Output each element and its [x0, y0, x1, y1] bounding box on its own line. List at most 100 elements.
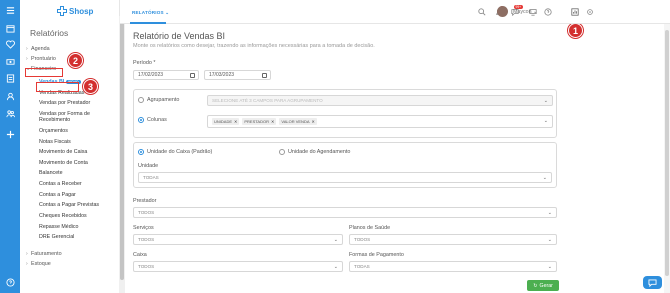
- tab-relatorios[interactable]: RELATÓRIOS ⌄: [132, 10, 169, 16]
- column-chip[interactable]: VALOR VENDA ✕: [279, 118, 317, 125]
- team-icon[interactable]: [4, 107, 16, 119]
- reports-icon[interactable]: [4, 72, 16, 84]
- servicos-select[interactable]: TODOS ⌄: [133, 234, 343, 245]
- sidebar-subitem[interactable]: Notas Fiscais: [26, 137, 118, 148]
- caixa-select[interactable]: TODOS ⌄: [133, 261, 343, 272]
- user-name[interactable]: Maycon ⌄: [513, 9, 537, 15]
- radio-label: Colunas: [147, 117, 167, 123]
- column-chip[interactable]: UNIDADE ✕: [212, 118, 240, 125]
- prestador-select[interactable]: TODOS ⌄: [133, 207, 557, 218]
- remove-chip-icon[interactable]: ✕: [234, 119, 237, 124]
- brand-cross-icon: [57, 6, 67, 16]
- radio-unidade-agendamento[interactable]: Unidade do Agendamento: [279, 149, 350, 155]
- sidebar-item-faturamento[interactable]: › Faturamento: [26, 249, 118, 259]
- chevron-down-icon: ⌄: [547, 210, 552, 216]
- sidebar-scrollbar[interactable]: [119, 16, 125, 293]
- active-tab-indicator: [130, 22, 166, 24]
- sidebar-subitem[interactable]: Vendas por Forma de Recebimento: [26, 109, 118, 126]
- sidebar-item-label: Prontuário: [31, 56, 56, 62]
- gerar-button[interactable]: ↻ Gerar: [527, 280, 559, 291]
- radio-colunas[interactable]: Colunas: [138, 117, 167, 123]
- radio-button[interactable]: [279, 149, 285, 155]
- sidebar-subitem[interactable]: Cheques Recebidos: [26, 211, 118, 222]
- chevron-down-icon: ⌄: [333, 264, 338, 270]
- sidebar-subitem[interactable]: Orçamentos: [26, 126, 118, 137]
- column-chip[interactable]: PRESTADOR ✕: [242, 118, 277, 125]
- money-icon[interactable]: [4, 55, 16, 67]
- caixa-value: TODOS: [138, 264, 155, 269]
- sidebar-subitem[interactable]: Contas a Pagar Previstas: [26, 200, 118, 211]
- chevron-down-icon: ⌄: [543, 118, 548, 124]
- radio-label: Agrupamento: [147, 97, 180, 103]
- sidebar-scrollbar-thumb[interactable]: [120, 22, 124, 280]
- chat-button[interactable]: [643, 276, 662, 289]
- formas-value: TODAS: [354, 264, 370, 269]
- sidebar-item-label: Estoque: [31, 260, 51, 267]
- chevron-down-icon: ⌄: [333, 237, 338, 243]
- plus-icon[interactable]: [4, 128, 16, 140]
- avatar[interactable]: [497, 6, 508, 17]
- chip-label: UNIDADE: [214, 119, 233, 124]
- users-icon[interactable]: [4, 90, 16, 102]
- help-circle-icon[interactable]: [543, 7, 552, 16]
- agrupamento-select[interactable]: SELECIONE ATÉ 3 CAMPOS PARA AGRUPAMENTO ⌄: [207, 95, 553, 106]
- sidebar-title: Relatórios: [30, 28, 69, 38]
- sidebar-item-label: Agenda: [31, 46, 50, 52]
- agrupamento-placeholder: SELECIONE ATÉ 3 CAMPOS PARA AGRUPAMENTO: [212, 98, 323, 103]
- sidebar-item-estoque[interactable]: › Estoque: [26, 259, 118, 269]
- remove-chip-icon[interactable]: ✕: [312, 119, 315, 124]
- unidade-select[interactable]: TODAS ⌄: [138, 172, 552, 183]
- sidebar-subitem[interactable]: DRE Gerencial: [26, 232, 118, 243]
- radio-button[interactable]: [138, 149, 144, 155]
- search-icon[interactable]: [477, 7, 486, 16]
- remove-chip-icon[interactable]: ✕: [271, 119, 274, 124]
- sidebar-subitem[interactable]: Vendas por Prestador: [26, 98, 118, 109]
- chevron-down-icon: ⌄: [547, 264, 552, 270]
- help-icon[interactable]: [4, 276, 16, 288]
- chat-icon: [648, 278, 657, 287]
- step-badge-2: 2: [68, 53, 83, 68]
- sidebar-subitem[interactable]: Movimento de Caixa: [26, 147, 118, 158]
- prestador-label: Prestador: [133, 198, 157, 204]
- settings-gear-icon[interactable]: [585, 7, 594, 16]
- user-name-label: Maycon: [513, 9, 532, 15]
- calendar-icon[interactable]: [262, 73, 267, 78]
- icon-rail: [0, 0, 20, 293]
- planos-label: Planos de Saúde: [349, 225, 391, 231]
- refresh-icon: ↻: [533, 282, 538, 289]
- radio-unidade-caixa[interactable]: Unidade do Caixa (Padrão): [138, 149, 212, 155]
- step-badge-1: 1: [568, 23, 583, 38]
- sidebar-subitem[interactable]: Balancete: [26, 168, 118, 179]
- date-start-value: 17/02/2023: [138, 72, 164, 78]
- chevron-down-icon: ⌄: [542, 175, 547, 181]
- unidade-label: Unidade: [138, 163, 159, 169]
- planos-select[interactable]: TODOS ⌄: [349, 234, 557, 245]
- heart-icon[interactable]: [4, 38, 16, 50]
- calendar-icon[interactable]: [190, 73, 195, 78]
- date-end-input[interactable]: 17/03/2023: [204, 70, 271, 80]
- formas-select[interactable]: TODAS ⌄: [349, 261, 557, 272]
- periodo-label: Período *: [133, 60, 156, 66]
- prestador-value: TODOS: [138, 210, 155, 215]
- page-title: Relatório de Vendas BI: [133, 31, 226, 41]
- report-chart-icon[interactable]: [570, 7, 579, 16]
- main-scrollbar-thumb[interactable]: [665, 30, 669, 276]
- sidebar-subitem[interactable]: Repasse Médico: [26, 222, 118, 233]
- radio-agrupamento[interactable]: Agrupamento: [138, 97, 179, 103]
- radio-button[interactable]: [138, 117, 144, 123]
- chevron-down-icon: ⌄: [547, 237, 552, 243]
- radio-button[interactable]: [138, 97, 144, 103]
- date-start-input[interactable]: 17/02/2023: [133, 70, 199, 80]
- sidebar-subitem[interactable]: Movimento de Conta: [26, 158, 118, 169]
- main-scrollbar[interactable]: [664, 24, 670, 293]
- calendar-icon[interactable]: [4, 22, 16, 34]
- unidade-value: TODAS: [143, 175, 159, 180]
- chip-label: VALOR VENDA: [281, 119, 310, 124]
- radio-label: Unidade do Caixa (Padrão): [147, 149, 213, 155]
- menu-icon[interactable]: [4, 4, 16, 16]
- brand-logo[interactable]: Shosp: [57, 6, 93, 16]
- sidebar-subitem[interactable]: Contas a Receber: [26, 179, 118, 190]
- brand-name: Shosp: [69, 6, 94, 16]
- colunas-select[interactable]: UNIDADE ✕ PRESTADOR ✕ VALOR VENDA ✕ ⌄: [207, 115, 553, 128]
- sidebar-subitem[interactable]: Contas a Pagar: [26, 190, 118, 201]
